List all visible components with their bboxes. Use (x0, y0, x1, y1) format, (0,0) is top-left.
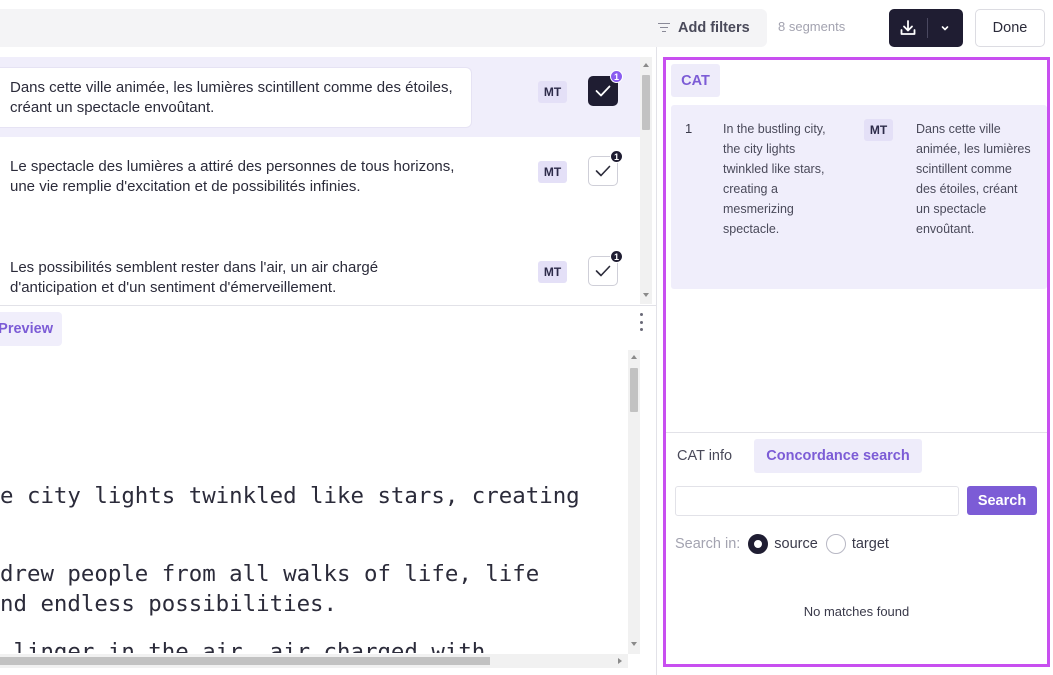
segment-row-1[interactable]: Dans cette ville animée, les lumières sc… (0, 57, 640, 137)
more-options-icon[interactable] (636, 313, 646, 331)
mt-badge: MT (864, 119, 893, 141)
download-icon (900, 20, 916, 35)
pane-divider (0, 305, 657, 306)
cat-match-item[interactable]: 1 In the bustling city, the city lights … (671, 105, 1047, 289)
match-count-badge: 1 (610, 250, 623, 263)
download-options-button[interactable] (928, 9, 962, 47)
search-in-label: Search in: (675, 536, 741, 552)
check-icon (595, 85, 611, 97)
search-button[interactable]: Search (967, 486, 1037, 515)
tab-cat[interactable]: CAT (671, 64, 720, 97)
match-count-badge: 1 (610, 70, 623, 83)
preview-vertical-scrollbar[interactable] (628, 350, 640, 654)
radio-target[interactable] (825, 534, 846, 554)
download-button[interactable] (889, 9, 927, 47)
preview-line: drew people from all walks of life, life (0, 561, 540, 587)
segment-text[interactable]: Les possibilités semblent rester dans l'… (0, 239, 471, 304)
preview-horizontal-scrollbar[interactable] (0, 654, 628, 668)
scroll-up-arrow[interactable] (643, 63, 649, 67)
confirm-checkbox[interactable]: 1 (588, 70, 623, 106)
radio-source[interactable] (748, 534, 769, 554)
tab-cat-info[interactable]: CAT info (677, 448, 732, 464)
tab-preview[interactable]: Preview (0, 312, 62, 346)
mt-badge: MT (538, 161, 567, 183)
search-in-group: Search in: source target (675, 532, 889, 556)
no-matches-message: No matches found (803, 604, 910, 619)
chevron-down-icon (941, 26, 949, 31)
radio-target-label[interactable]: target (852, 536, 889, 552)
cat-panel-divider (666, 432, 1047, 433)
mt-badge: MT (538, 261, 567, 283)
segment-text[interactable]: Le spectacle des lumières a attiré des p… (0, 137, 471, 203)
segment-list: Dans cette ville animée, les lumières sc… (0, 57, 640, 304)
check-icon (595, 165, 611, 177)
concordance-search-input[interactable] (675, 486, 959, 516)
segment-count: 8 segments (778, 19, 846, 34)
add-filters-button[interactable]: Add filters (650, 9, 767, 47)
match-source-text: In the bustling city, the city lights tw… (723, 122, 826, 236)
match-number: 1 (685, 121, 693, 136)
preview-editor[interactable]: e city lights twinkled like stars, creat… (0, 350, 628, 653)
scroll-down-arrow[interactable] (643, 293, 649, 297)
download-button-group (889, 9, 963, 47)
segment-list-scrollbar[interactable] (640, 57, 652, 304)
match-target-text: Dans cette ville animée, les lumières sc… (916, 122, 1031, 236)
segment-row-3[interactable]: Les possibilités semblent rester dans l'… (0, 239, 640, 304)
radio-source-label[interactable]: source (774, 536, 818, 552)
tab-concordance-search[interactable]: Concordance search (754, 439, 922, 473)
scroll-up-arrow[interactable] (631, 355, 637, 359)
scrollbar-thumb[interactable] (630, 368, 638, 412)
preview-line: nd endless possibilities. (0, 591, 338, 617)
check-icon (595, 265, 611, 277)
scroll-down-arrow[interactable] (631, 642, 637, 646)
confirm-checkbox[interactable]: 1 (588, 250, 623, 286)
scrollbar-thumb[interactable] (0, 657, 490, 665)
segment-text[interactable]: Dans cette ville animée, les lumières sc… (0, 68, 471, 127)
top-toolbar: Add filters 8 segments Done (0, 0, 1053, 56)
preview-line: e city lights twinkled like stars, creat… (0, 483, 580, 509)
panel-divider (656, 47, 657, 675)
confirm-checkbox[interactable]: 1 (588, 150, 623, 186)
segment-row-2[interactable]: Le spectacle des lumières a attiré des p… (0, 137, 640, 239)
preview-line: linger in the air, air charged with (0, 639, 486, 653)
match-count-badge: 1 (610, 150, 623, 163)
cat-panel: CAT 1 In the bustling city, the city lig… (663, 57, 1050, 667)
mt-badge: MT (538, 81, 567, 103)
add-filters-label: Add filters (678, 20, 750, 36)
app-root: Add filters 8 segments Done Dans cette v… (0, 0, 1053, 675)
scrollbar-thumb[interactable] (642, 75, 650, 130)
scroll-right-arrow[interactable] (618, 658, 622, 664)
done-button[interactable]: Done (975, 9, 1045, 47)
filter-icon (658, 23, 670, 33)
